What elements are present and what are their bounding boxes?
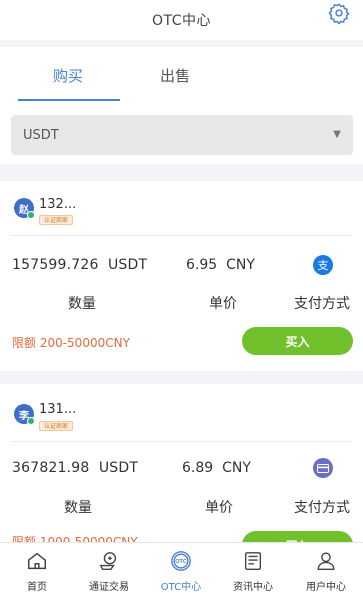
caret-down-icon: ▼	[333, 129, 341, 140]
offer-amount: 157599.726 USDT	[12, 257, 148, 273]
user-icon	[317, 552, 335, 570]
unit-price-label: 单价	[209, 296, 237, 312]
bottom-nav: 首页 通证交易 OTC OTC中心 资讯中心 用户中心	[0, 542, 363, 600]
nav-item-news[interactable]: 资讯中心	[217, 543, 289, 600]
merchant-badge: 认证商家	[39, 421, 74, 431]
unit-price-label: 单价	[205, 500, 233, 516]
bank-card-icon	[313, 458, 333, 478]
tab-buy[interactable]: 购买	[53, 65, 83, 86]
trade-filter-panel: 购买 出售 USDT ▼	[0, 47, 363, 164]
exchange-icon	[99, 552, 117, 570]
gear-icon[interactable]	[328, 2, 350, 24]
offer-card: 李 131... 认证商家 367821.98 USDT 6.89 CNY 数量…	[0, 384, 363, 544]
payment-method-label: 支付方式	[294, 500, 350, 516]
active-tab-indicator	[18, 99, 120, 101]
home-icon	[28, 552, 46, 570]
currency-select-value: USDT	[23, 128, 59, 143]
nav-label: 首页	[27, 582, 47, 593]
verified-dot-icon	[27, 417, 35, 425]
buy-button[interactable]: 买入	[242, 327, 353, 355]
quantity-label: 数量	[68, 296, 96, 312]
nav-item-otc[interactable]: OTC OTC中心	[145, 543, 217, 600]
verified-dot-icon	[27, 211, 35, 219]
seller-username: 132...	[39, 197, 77, 212]
limit-text: 限额 200-50000CNY	[12, 336, 130, 350]
nav-label: 通证交易	[89, 582, 129, 593]
svg-text:OTC: OTC	[175, 559, 187, 565]
merchant-badge: 认证商家	[39, 215, 74, 225]
nav-item-home[interactable]: 首页	[1, 543, 73, 600]
nav-item-exchange[interactable]: 通证交易	[73, 543, 145, 600]
tab-sell[interactable]: 出售	[160, 65, 190, 86]
nav-label: 用户中心	[306, 582, 346, 593]
divider	[11, 235, 352, 236]
quantity-label: 数量	[64, 500, 92, 516]
news-icon	[244, 552, 262, 570]
otc-icon: OTC	[171, 551, 191, 571]
seller-username: 131...	[39, 402, 77, 417]
alipay-icon: 支	[313, 255, 333, 275]
nav-item-user[interactable]: 用户中心	[290, 543, 362, 600]
offer-card: 赵 132... 认证商家 157599.726 USDT 6.95 CNY 支…	[0, 181, 363, 371]
offer-price: 6.89 CNY	[182, 460, 251, 476]
top-header: OTC中心	[0, 0, 363, 40]
offer-price: 6.95 CNY	[186, 257, 255, 273]
divider	[11, 441, 352, 442]
nav-label: 资讯中心	[233, 582, 273, 593]
payment-method-label: 支付方式	[294, 296, 350, 312]
currency-select[interactable]: USDT ▼	[11, 115, 353, 155]
offer-amount: 367821.98 USDT	[12, 460, 139, 476]
page-title: OTC中心	[151, 13, 212, 29]
nav-label: OTC中心	[160, 582, 202, 593]
